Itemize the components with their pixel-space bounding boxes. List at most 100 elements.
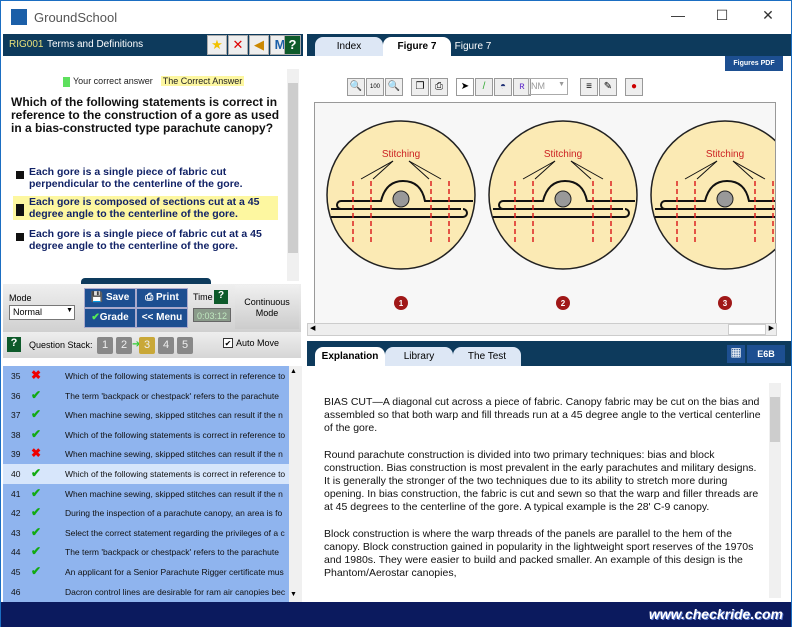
- question-list-row[interactable]: 39 ✖ When machine sewing, skipped stitches…: [3, 444, 289, 464]
- eraser-icon[interactable]: ●: [625, 78, 643, 96]
- scroll-thumb[interactable]: [728, 324, 766, 335]
- zoom-out-icon[interactable]: 🔍: [347, 78, 365, 96]
- tab-index[interactable]: Index: [315, 37, 383, 56]
- bottom-tabs: Explanation Library The Test ▦ E6B: [307, 341, 791, 366]
- window-title: GroundSchool: [34, 10, 118, 25]
- figure-hscrollbar[interactable]: ◀ ▶: [307, 323, 777, 336]
- copy-icon[interactable]: ❐: [411, 78, 429, 96]
- menu-button[interactable]: << Menu: [136, 308, 188, 328]
- scroll-thumb[interactable]: [770, 397, 780, 442]
- tab-the-test[interactable]: The Test: [453, 347, 521, 366]
- question-list-row[interactable]: 46 Dacron control lines are desirable for…: [3, 582, 289, 602]
- figure-viewer[interactable]: Stitching 1 Stitching 2 Stitching 3: [314, 102, 776, 324]
- answer-option[interactable]: Each gore is a single piece of fabric cu…: [13, 228, 278, 252]
- scroll-left-icon[interactable]: ◀: [310, 324, 315, 332]
- website-link[interactable]: www.checkride.com: [649, 606, 783, 622]
- question-list-row[interactable]: 42 ✔ During the inspection of a parachute …: [3, 503, 289, 523]
- zoom-in-icon[interactable]: 🔍: [385, 78, 403, 96]
- auto-move-label: Auto Move: [236, 338, 280, 348]
- explanation-text: BIAS CUT—A diagonal cut across a piece o…: [324, 396, 764, 594]
- minimize-button[interactable]: —: [663, 7, 693, 23]
- grade-button[interactable]: ✔Grade: [84, 308, 136, 328]
- continuous-mode-button[interactable]: Continuous Mode: [235, 285, 299, 329]
- scroll-thumb[interactable]: [288, 83, 298, 253]
- scroll-right-icon[interactable]: ▶: [769, 324, 774, 332]
- line-weight-icon[interactable]: ≡: [580, 78, 598, 96]
- tab-library[interactable]: Library: [385, 347, 453, 366]
- stack-item-5[interactable]: 5: [177, 337, 193, 354]
- question-number: 39: [11, 449, 21, 460]
- close-button[interactable]: ✕: [753, 7, 783, 24]
- tab-figure-7[interactable]: Figure 7: [451, 37, 495, 56]
- question-number: 40: [11, 468, 21, 479]
- question-number: 37: [11, 410, 21, 421]
- star-icon[interactable]: ★: [207, 35, 227, 55]
- app-logo-icon: [11, 9, 27, 25]
- question-list-row[interactable]: 38 ✔ Which of the following statements is …: [3, 425, 289, 445]
- line-tool-icon[interactable]: /: [475, 78, 493, 96]
- question-category: Terms and Definitions: [47, 39, 144, 50]
- stack-item-3-current[interactable]: 3: [139, 337, 155, 354]
- question-list-row[interactable]: 43 ✔ Select the correct statement regardin…: [3, 523, 289, 543]
- question-number: 35: [11, 371, 21, 381]
- protractor-icon[interactable]: ◓: [494, 78, 512, 96]
- check-icon: ✔: [31, 426, 42, 441]
- question-panel: Your correct answer The Correct Answer Wh…: [3, 56, 301, 284]
- legend-your-correct: Your correct answer: [73, 76, 153, 86]
- question-list-row[interactable]: 35 ✖ Which of the following statements is …: [3, 366, 289, 386]
- scroll-up-icon[interactable]: ▲: [290, 368, 297, 375]
- time-label: Time: [193, 292, 213, 302]
- save-button[interactable]: 💾 Save: [84, 288, 136, 308]
- print-button[interactable]: ⎙ Print: [136, 288, 188, 308]
- units-select[interactable]: NM ▼: [528, 78, 568, 95]
- wrong-x-icon: ✖: [31, 446, 42, 461]
- question-preview: The term 'backpack or chestpack' refers …: [65, 390, 279, 401]
- answer-option[interactable]: Each gore is a single piece of fabric cu…: [13, 166, 278, 190]
- time-help-icon[interactable]: ?: [214, 290, 228, 304]
- answer-text: Each gore is composed of sections cut at…: [29, 196, 260, 220]
- answer-legend: Your correct answer The Correct Answer: [63, 76, 245, 87]
- pen-color-icon[interactable]: ✎: [599, 78, 617, 96]
- cross-icon[interactable]: ✕: [228, 35, 248, 55]
- list-scrollbar[interactable]: ▲ ▼: [289, 366, 302, 602]
- question-list-row[interactable]: 44 ✔ The term 'backpack or chestpack' refe…: [3, 542, 289, 562]
- figure-number: 3: [723, 299, 728, 308]
- check-icon: ✔: [31, 563, 42, 578]
- question-scrollbar[interactable]: [287, 69, 299, 281]
- scroll-down-icon[interactable]: ▼: [290, 591, 297, 598]
- bullet-icon: [16, 233, 24, 241]
- auto-move-checkbox[interactable]: ✔: [223, 338, 233, 348]
- question-list-row[interactable]: 41 ✔ When machine sewing, skipped stitches…: [3, 484, 289, 504]
- question-preview: When machine sewing, skipped stitches ca…: [65, 488, 283, 499]
- answer-option-selected[interactable]: Each gore is composed of sections cut at…: [13, 196, 278, 220]
- print-icon[interactable]: ⎙: [430, 78, 448, 96]
- question-list-row[interactable]: 36 ✔ The term 'backpack or chestpack' refe…: [3, 386, 289, 406]
- question-list-row[interactable]: 40 ✔ Which of the following statements is …: [3, 463, 289, 484]
- maximize-button[interactable]: ☐: [707, 7, 737, 24]
- tab-figure-7-active[interactable]: Figure 7: [383, 37, 451, 56]
- explanation-scrollbar[interactable]: [769, 383, 781, 598]
- question-number: 42: [11, 508, 21, 519]
- stack-help-icon[interactable]: ?: [7, 337, 21, 352]
- legend-correct: The Correct Answer: [160, 76, 245, 86]
- stack-item-2[interactable]: 2: [116, 337, 132, 354]
- figure-7-image: Stitching 1 Stitching 2 Stitching 3: [326, 120, 775, 310]
- question-list-row[interactable]: 45 ✔ An applicant for a Senior Parachute R…: [3, 562, 289, 582]
- speaker-icon[interactable]: ◀: [249, 35, 269, 55]
- figure-tabs: Index Figure 7 Figure 7: [307, 34, 791, 56]
- stack-item-4[interactable]: 4: [158, 337, 174, 354]
- zoom-100-icon[interactable]: 100: [366, 78, 384, 96]
- pointer-icon[interactable]: ➤: [456, 78, 474, 96]
- seam-circle: [650, 120, 775, 270]
- question-list-row[interactable]: 37 ✔ When machine sewing, skipped stitches…: [3, 405, 289, 425]
- explanation-panel: BIAS CUT—A diagonal cut across a piece o…: [307, 366, 791, 602]
- help-icon[interactable]: ?: [284, 35, 301, 55]
- mode-select[interactable]: Normal ▼: [9, 305, 75, 320]
- calculator-icon[interactable]: ▦: [727, 345, 745, 363]
- stack-item-1[interactable]: 1: [97, 337, 113, 354]
- figures-pdf-button[interactable]: Figures PDF: [725, 56, 783, 71]
- answer-text: Each gore is a single piece of fabric cu…: [29, 228, 262, 252]
- e6b-button[interactable]: E6B: [747, 345, 785, 363]
- check-icon: ✔: [31, 387, 42, 402]
- tab-explanation[interactable]: Explanation: [315, 347, 385, 366]
